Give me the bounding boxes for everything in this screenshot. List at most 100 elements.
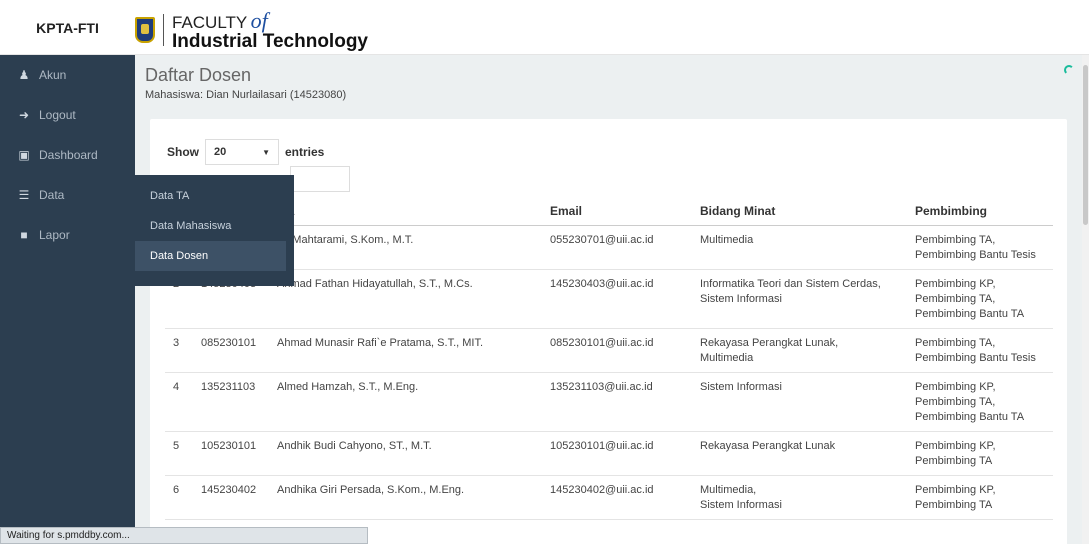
browser-status-bar: Waiting for s.pmddby.com... — [0, 527, 368, 544]
cell-email: 145230403@uii.ac.id — [542, 269, 692, 329]
sidebar-item-dashboard[interactable]: ▣ Dashboard — [0, 135, 135, 175]
column-header-bidang-minat[interactable]: Bidang Minat — [692, 197, 907, 226]
table-row: 6 145230402 Andhika Giri Persada, S.Kom.… — [165, 475, 1053, 520]
bidang-line: Sistem Informasi — [700, 292, 782, 305]
sidebar: ♟ Akun ➜ Logout ▣ Dashboard ☰ Data ■ Lap… — [0, 55, 135, 544]
cell-no: 3 — [165, 328, 193, 373]
menu-item-data-ta[interactable]: Data TA — [135, 181, 294, 211]
table-row: 4 135231103 Almed Hamzah, S.T., M.Eng. 1… — [165, 372, 1053, 432]
column-header-nama[interactable]: ma — [269, 197, 542, 226]
page-scrollbar[interactable] — [1082, 55, 1089, 544]
sidebar-item-akun[interactable]: ♟ Akun — [0, 55, 135, 95]
cell-pembimbing: Pembimbing TA, Pembimbing Bantu Tesis — [907, 328, 1053, 373]
bidang-line: Rekayasa Perangkat Lunak, — [700, 336, 839, 349]
entries-select[interactable]: 20 ▼ — [205, 139, 279, 165]
show-label: Show — [167, 145, 199, 159]
pembimbing-line: Pembimbing KP, — [915, 380, 996, 393]
cell-nik: 135231103 — [193, 372, 269, 432]
cell-nama: Almed Hamzah, S.T., M.Eng. — [269, 372, 542, 432]
cell-nama: Andhika Giri Persada, S.Kom., M.Eng. — [269, 475, 542, 520]
logo-faculty-text: FACULTY — [172, 12, 248, 32]
brand-title[interactable]: KPTA-FTI — [0, 0, 135, 55]
cell-no: 6 — [165, 475, 193, 520]
cell-pembimbing: Pembimbing KP, Pembimbing TA, Pembimbing… — [907, 372, 1053, 432]
bidang-line: Multimedia — [700, 233, 754, 246]
bidang-line: Sistem Informasi — [700, 380, 782, 393]
pembimbing-line: Pembimbing Bantu Tesis — [915, 351, 1036, 364]
cell-nik: 105230101 — [193, 431, 269, 476]
data-dropdown-menu: Data TA Data Mahasiswa Data Dosen — [135, 175, 294, 286]
main-content: Daftar Dosen Mahasiswa: Dian Nurlailasar… — [135, 55, 1082, 544]
pembimbing-line: Pembimbing KP, — [915, 483, 996, 496]
loading-spinner-icon — [1064, 65, 1074, 75]
cell-email: 105230101@uii.ac.id — [542, 431, 692, 476]
cell-nik: 145230402 — [193, 475, 269, 520]
faculty-logo[interactable]: FACULTY of Industrial Technology — [135, 7, 368, 52]
user-icon: ♟ — [18, 68, 30, 82]
table-row: 2 145230403 Ahmad Fathan Hidayatullah, S… — [165, 269, 1053, 329]
cell-bidang: Informatika Teori dan Sistem Cerdas, Sis… — [692, 269, 907, 329]
cell-nama: an Mahtarami, S.Kom., M.T. — [269, 225, 542, 270]
cell-bidang: Multimedia, Sistem Informasi — [692, 475, 907, 520]
column-header-email[interactable]: Email — [542, 197, 692, 226]
cell-nama: Ahmad Munasir Rafi`e Pratama, S.T., MIT. — [269, 328, 542, 373]
page-subtitle: Mahasiswa: Dian Nurlailasari (14523080) — [145, 89, 347, 101]
bidang-line: Rekayasa Perangkat Lunak — [700, 439, 836, 452]
menu-item-data-dosen[interactable]: Data Dosen — [135, 241, 286, 271]
bidang-line: Multimedia — [700, 351, 754, 364]
cell-bidang: Multimedia — [692, 225, 907, 270]
pembimbing-line: Pembimbing TA, — [915, 233, 996, 246]
pembimbing-line: Pembimbing TA, — [915, 336, 996, 349]
logo-text: FACULTY of Industrial Technology — [172, 7, 368, 52]
pembimbing-line: Pembimbing TA, — [915, 292, 996, 305]
cell-pembimbing: Pembimbing KP, Pembimbing TA, Pembimbing… — [907, 269, 1053, 329]
pembimbing-line: Pembimbing TA — [915, 498, 993, 511]
sidebar-item-logout[interactable]: ➜ Logout — [0, 95, 135, 135]
scrollbar-thumb[interactable] — [1083, 65, 1088, 225]
list-icon: ☰ — [18, 188, 30, 202]
menu-item-data-mahasiswa[interactable]: Data Mahasiswa — [135, 211, 294, 241]
university-crest-icon — [135, 17, 155, 43]
bidang-line: Informatika Teori dan Sistem Cerdas, — [700, 277, 881, 290]
cell-email: 145230402@uii.ac.id — [542, 475, 692, 520]
table-row: 5 105230101 Andhik Budi Cahyono, ST., M.… — [165, 431, 1053, 476]
cell-pembimbing: Pembimbing KP, Pembimbing TA — [907, 431, 1053, 476]
logo-industrial-technology-text: Industrial Technology — [172, 30, 368, 52]
entries-control: Show 20 ▼ entries — [167, 139, 324, 165]
chevron-down-icon: ▼ — [262, 147, 270, 157]
sidebar-item-label: Akun — [39, 68, 67, 82]
pembimbing-line: Pembimbing TA — [915, 454, 993, 467]
sidebar-item-lapor[interactable]: ■ Lapor — [0, 215, 135, 255]
entries-label: entries — [285, 145, 325, 159]
cell-no: 5 — [165, 431, 193, 476]
dashboard-icon: ▣ — [18, 148, 30, 162]
table-row: 3 085230101 Ahmad Munasir Rafi`e Pratama… — [165, 328, 1053, 373]
pembimbing-line: Pembimbing Bantu TA — [915, 307, 1025, 320]
cell-bidang: Sistem Informasi — [692, 372, 907, 432]
cell-email: 135231103@uii.ac.id — [542, 372, 692, 432]
search-input[interactable] — [290, 166, 350, 192]
comment-icon: ■ — [20, 228, 28, 242]
table-header-row: ma Email Bidang Minat Pembimbing — [165, 197, 1053, 226]
pembimbing-line: Pembimbing KP, — [915, 277, 996, 290]
pembimbing-line: Pembimbing TA, — [915, 395, 996, 408]
sidebar-item-data[interactable]: ☰ Data — [0, 175, 135, 215]
cell-no: 4 — [165, 372, 193, 432]
pembimbing-line: Pembimbing Bantu TA — [915, 410, 1025, 423]
pembimbing-line: Pembimbing Bantu Tesis — [915, 248, 1036, 261]
page-title: Daftar Dosen — [145, 65, 252, 85]
entries-select-value: 20 — [214, 146, 227, 158]
bidang-line: Sistem Informasi — [700, 498, 782, 511]
table-row: an Mahtarami, S.Kom., M.T. 055230701@uii… — [165, 225, 1053, 270]
dosen-table: ma Email Bidang Minat Pembimbing an Maht… — [165, 197, 1053, 520]
logo-divider — [163, 14, 164, 46]
cell-email: 055230701@uii.ac.id — [542, 225, 692, 270]
cell-bidang: Rekayasa Perangkat Lunak — [692, 431, 907, 476]
cell-nama: Andhik Budi Cahyono, ST., M.T. — [269, 431, 542, 476]
column-header-pembimbing[interactable]: Pembimbing — [907, 197, 1053, 226]
cell-email: 085230101@uii.ac.id — [542, 328, 692, 373]
sidebar-item-label: Data — [39, 188, 65, 202]
top-header: KPTA-FTI FACULTY of Industrial Technolog… — [0, 0, 1089, 55]
logo-of-text: of — [250, 7, 268, 33]
bidang-line: Multimedia, — [700, 483, 757, 496]
